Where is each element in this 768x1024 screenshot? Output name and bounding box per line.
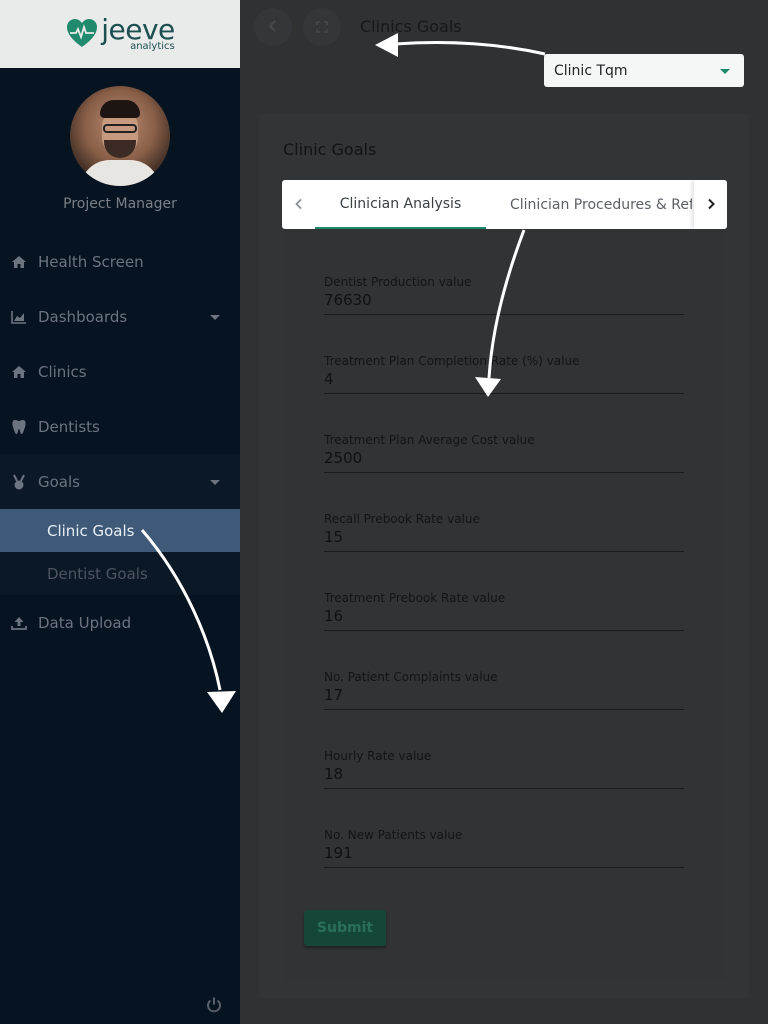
field-label: Hourly Rate value [324,749,432,763]
sidebar-nav: Health Screen Dashboards Clinics Dentist… [0,234,240,650]
field-value[interactable]: 15 [324,528,343,546]
submit-button[interactable]: Submit [304,910,386,946]
field-label: Treatment Plan Completion Rate (%) value [324,354,580,368]
fullscreen-icon [316,18,328,37]
home-icon [10,363,28,381]
field-label: Treatment Prebook Rate value [324,591,506,605]
sidebar-item-data-upload[interactable]: Data Upload [0,595,240,650]
fullscreen-button[interactable] [303,8,341,46]
sidebar-item-label: Goals [38,472,80,491]
power-icon[interactable] [205,996,223,1014]
medal-icon [10,473,28,491]
card-title: Clinic Goals [283,140,377,159]
profile-role: Project Manager [63,196,177,212]
tab-bar: Clinician Analysis Clinician Procedures … [282,180,727,229]
field-value[interactable]: 2500 [324,449,362,467]
chevron-left-icon [267,18,279,37]
sidebar: jeeve analytics Project Manager Health S… [0,0,240,1024]
field-recall-prebook-rate[interactable]: Recall Prebook Rate value 15 [324,512,684,552]
chevron-down-icon [210,479,220,485]
sidebar-subitem-dentist-goals[interactable]: Dentist Goals [0,552,240,595]
field-value[interactable]: 17 [324,686,343,704]
heart-logo-icon [65,17,99,51]
clinic-select-value: Clinic Tqm [554,62,628,79]
chevron-down-icon [210,314,220,320]
field-label: Treatment Plan Average Cost value [324,433,535,447]
tooth-icon [10,418,28,436]
upload-icon [10,614,28,632]
chevron-left-icon [294,195,304,214]
tab-scroll-left-button[interactable] [282,180,315,229]
sidebar-item-clinics[interactable]: Clinics [0,344,240,399]
field-value[interactable]: 4 [324,370,334,388]
field-value[interactable]: 18 [324,765,343,783]
chart-icon [10,308,28,326]
field-label: No. Patient Complaints value [324,670,498,684]
field-value[interactable]: 191 [324,844,353,862]
sidebar-item-dentists[interactable]: Dentists [0,399,240,454]
sidebar-item-goals[interactable]: Goals [0,454,240,509]
sidebar-item-label: Data Upload [38,613,132,632]
back-button[interactable] [254,8,292,46]
sidebar-item-label: Dashboards [38,307,128,326]
field-treatment-plan-completion-rate[interactable]: Treatment Plan Completion Rate (%) value… [324,354,684,394]
brand-tagline: analytics [130,41,175,52]
sidebar-item-label: Dentists [38,417,100,436]
clinic-select[interactable]: Clinic Tqm [544,54,744,87]
field-dentist-production[interactable]: Dentist Production value 76630 [324,275,684,315]
sidebar-item-health-screen[interactable]: Health Screen [0,234,240,289]
field-value[interactable]: 76630 [324,291,372,309]
tab-clinician-procedures[interactable]: Clinician Procedures & Referrals [492,180,692,229]
avatar[interactable] [70,86,170,186]
field-patient-complaints[interactable]: No. Patient Complaints value 17 [324,670,684,710]
sidebar-subitem-clinic-goals[interactable]: Clinic Goals [0,509,240,552]
home-icon [10,253,28,271]
tab-scroll-right-button[interactable] [694,180,727,229]
field-label: Recall Prebook Rate value [324,512,480,526]
page-title: Clinics Goals [360,17,462,36]
logo[interactable]: jeeve analytics [0,0,240,68]
field-treatment-prebook-rate[interactable]: Treatment Prebook Rate value 16 [324,591,684,631]
tab-clinician-analysis[interactable]: Clinician Analysis [315,180,486,229]
top-header: Clinics Goals [240,0,768,56]
field-label: Dentist Production value [324,275,472,289]
chevron-right-icon [706,195,716,214]
field-label: No. New Patients value [324,828,463,842]
brand-name: jeeve [101,13,175,46]
field-treatment-plan-average-cost[interactable]: Treatment Plan Average Cost value 2500 [324,433,684,473]
sidebar-item-label: Clinics [38,362,87,381]
sidebar-item-dashboards[interactable]: Dashboards [0,289,240,344]
field-new-patients[interactable]: No. New Patients value 191 [324,828,684,868]
chevron-down-icon [720,69,730,74]
sidebar-item-label: Health Screen [38,252,144,271]
field-value[interactable]: 16 [324,607,343,625]
profile: Project Manager [0,68,240,212]
field-hourly-rate[interactable]: Hourly Rate value 18 [324,749,684,789]
